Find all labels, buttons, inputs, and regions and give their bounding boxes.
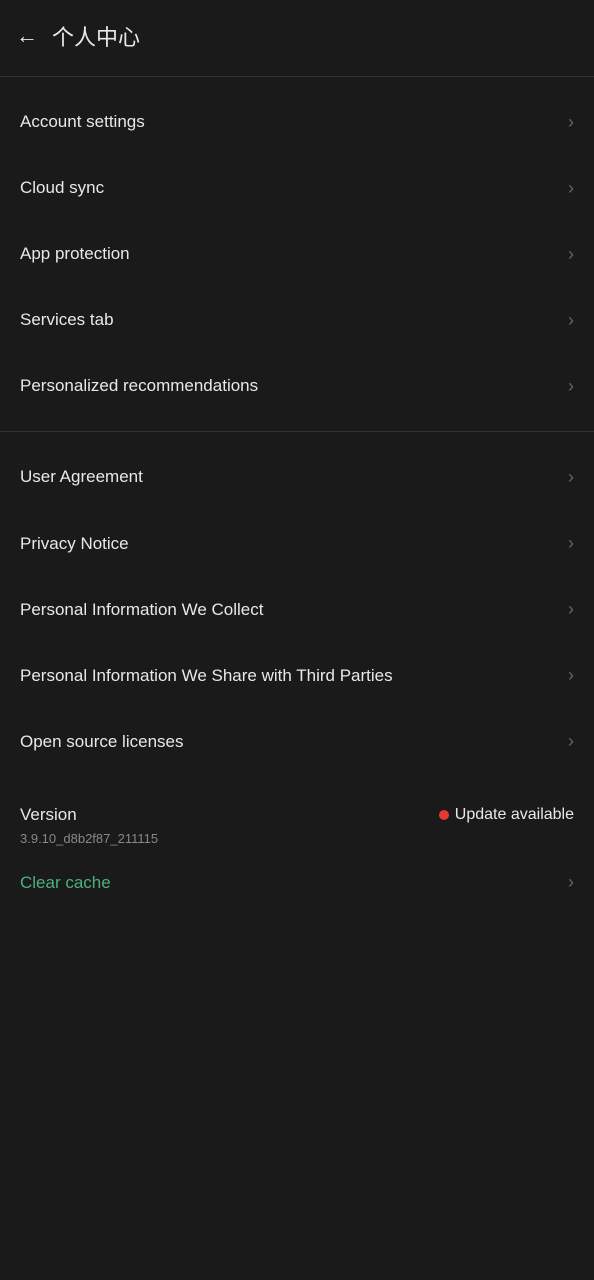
chevron-icon: › xyxy=(568,665,574,686)
version-label: Version xyxy=(20,805,77,825)
menu-item-personalized-recommendations[interactable]: Personalized recommendations › xyxy=(0,353,594,419)
user-agreement-label: User Agreement xyxy=(20,466,568,488)
menu-item-personal-info-share[interactable]: Personal Information We Share with Third… xyxy=(0,643,594,709)
page-title: 个人中心 xyxy=(52,20,140,52)
menu-item-clear-cache[interactable]: Clear cache › xyxy=(0,854,594,912)
app-protection-label: App protection xyxy=(20,243,568,265)
account-settings-label: Account settings xyxy=(20,111,568,133)
chevron-icon: › xyxy=(568,599,574,620)
menu-item-privacy-notice[interactable]: Privacy Notice › xyxy=(0,511,594,577)
menu-item-services-tab[interactable]: Services tab › xyxy=(0,287,594,353)
update-available-text: Update available xyxy=(455,806,574,824)
menu-item-open-source-licenses[interactable]: Open source licenses › xyxy=(0,709,594,775)
chevron-icon: › xyxy=(568,310,574,331)
divider-middle xyxy=(0,431,594,432)
chevron-icon: › xyxy=(568,376,574,397)
chevron-icon: › xyxy=(568,244,574,265)
services-tab-label: Services tab xyxy=(20,309,568,331)
clear-cache-label: Clear cache xyxy=(20,872,568,894)
personalized-recommendations-label: Personalized recommendations xyxy=(20,375,568,397)
chevron-icon: › xyxy=(568,731,574,752)
chevron-icon: › xyxy=(568,533,574,554)
chevron-icon: › xyxy=(568,112,574,133)
menu-item-account-settings[interactable]: Account settings › xyxy=(0,89,594,155)
privacy-notice-label: Privacy Notice xyxy=(20,533,568,555)
settings-section: Account settings › Cloud sync › App prot… xyxy=(0,81,594,427)
version-number: 3.9.10_d8b2f87_211115 xyxy=(20,831,574,846)
chevron-icon: › xyxy=(568,178,574,199)
menu-item-user-agreement[interactable]: User Agreement › xyxy=(0,444,594,510)
menu-item-app-protection[interactable]: App protection › xyxy=(0,221,594,287)
back-button[interactable]: ← xyxy=(16,25,38,47)
personal-info-share-label: Personal Information We Share with Third… xyxy=(20,665,568,687)
legal-section: User Agreement › Privacy Notice › Person… xyxy=(0,436,594,782)
divider-top xyxy=(0,76,594,77)
update-badge: Update available xyxy=(439,806,574,824)
chevron-icon: › xyxy=(568,872,574,893)
update-indicator-dot xyxy=(439,810,449,820)
cloud-sync-label: Cloud sync xyxy=(20,177,568,199)
open-source-licenses-label: Open source licenses xyxy=(20,731,568,753)
personal-info-collect-label: Personal Information We Collect xyxy=(20,599,568,621)
header: ← 个人中心 xyxy=(0,0,594,72)
menu-item-cloud-sync[interactable]: Cloud sync › xyxy=(0,155,594,221)
menu-item-personal-info-collect[interactable]: Personal Information We Collect › xyxy=(0,577,594,643)
version-row: Version Update available xyxy=(20,805,574,825)
chevron-icon: › xyxy=(568,467,574,488)
version-section: Version Update available 3.9.10_d8b2f87_… xyxy=(0,783,594,854)
